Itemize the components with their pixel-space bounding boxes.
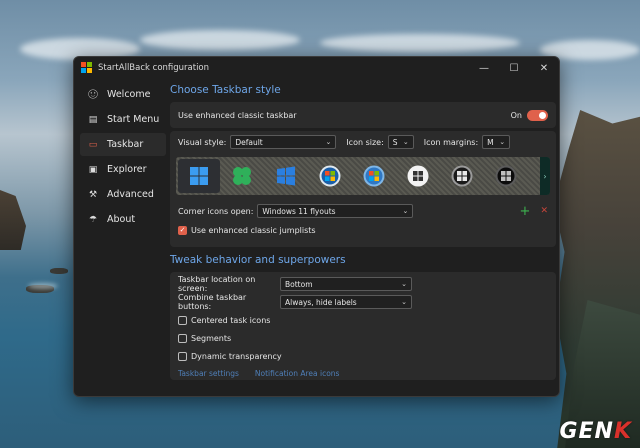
sidebar-item-label: Advanced bbox=[107, 189, 154, 200]
remove-button[interactable]: ✕ bbox=[540, 206, 548, 216]
main-content: Choose Taskbar style Use enhanced classi… bbox=[170, 81, 556, 380]
combine-select[interactable]: Always, hide labels ⌄ bbox=[280, 295, 412, 309]
chevron-down-icon: ⌄ bbox=[401, 298, 407, 306]
sidebar-item-label: Explorer bbox=[107, 164, 147, 175]
icon-size-label: Icon size: bbox=[346, 137, 384, 147]
chevron-down-icon: ⌄ bbox=[499, 138, 506, 146]
add-button[interactable]: + bbox=[520, 204, 531, 219]
xp-logo-icon[interactable] bbox=[407, 165, 429, 187]
minimize-button[interactable]: — bbox=[469, 57, 499, 79]
icon-size-select[interactable]: S ⌄ bbox=[387, 135, 414, 149]
location-value: Bottom bbox=[285, 279, 313, 289]
dynamic-transparency-checkbox[interactable] bbox=[178, 351, 187, 361]
combine-label: Combine taskbar buttons: bbox=[178, 293, 247, 311]
sidebar-item-explorer[interactable]: ▣ Explorer bbox=[80, 158, 166, 181]
sidebar-item-about[interactable]: ☂ About bbox=[80, 208, 166, 231]
sidebar-item-label: Taskbar bbox=[107, 139, 144, 150]
centered-icons-checkbox[interactable] bbox=[178, 315, 187, 325]
vista-orb-icon[interactable] bbox=[319, 165, 341, 187]
tweak-panel: Taskbar location on screen: Bottom ⌄ Com… bbox=[170, 272, 556, 380]
explorer-icon: ▣ bbox=[88, 164, 98, 175]
enhanced-taskbar-toggle[interactable] bbox=[527, 109, 548, 121]
preview-scroll-right[interactable]: › bbox=[540, 157, 550, 195]
left-cliff bbox=[0, 190, 26, 250]
sidebar-item-label: About bbox=[107, 214, 136, 225]
clover-icon[interactable] bbox=[231, 165, 253, 187]
sidebar-item-label: Welcome bbox=[107, 89, 151, 100]
chevron-down-icon: ⌄ bbox=[402, 138, 409, 146]
taskbar-settings-link[interactable]: Taskbar settings bbox=[178, 369, 239, 378]
vista-dark-orb-icon[interactable] bbox=[451, 165, 473, 187]
notification-area-link[interactable]: Notification Area icons bbox=[255, 369, 340, 378]
icon-size-value: S bbox=[392, 137, 398, 147]
smiley-icon: 🙂︎ bbox=[87, 89, 99, 100]
taskbar-style-panel: Use enhanced classic taskbar On bbox=[170, 102, 556, 128]
sidebar-item-advanced[interactable]: ⚒ Advanced bbox=[80, 183, 166, 206]
corner-icons-select[interactable]: Windows 11 flyouts ⌄ bbox=[257, 204, 414, 218]
sidebar-item-start-menu[interactable]: ▤ Start Menu bbox=[80, 108, 166, 131]
win8-orb-icon[interactable] bbox=[495, 165, 517, 187]
segments-label: Segments bbox=[191, 333, 232, 343]
visual-style-value: Default bbox=[235, 137, 263, 147]
windows10-logo-icon[interactable] bbox=[275, 165, 297, 187]
jumplists-label: Use enhanced classic jumplists bbox=[191, 225, 316, 235]
icon-margins-label: Icon margins: bbox=[423, 137, 479, 147]
section-title-taskbar-style: Choose Taskbar style bbox=[170, 84, 281, 96]
startallback-app-icon bbox=[81, 62, 93, 74]
sidebar-item-taskbar[interactable]: ▭ Taskbar bbox=[80, 133, 166, 156]
location-label: Taskbar location on screen: bbox=[178, 275, 256, 293]
window-title: StartAllBack configuration bbox=[98, 63, 210, 73]
segments-checkbox[interactable] bbox=[178, 333, 187, 343]
minimize-icon: — bbox=[479, 62, 489, 74]
chevron-down-icon: ⌄ bbox=[401, 280, 407, 288]
title-bar[interactable]: StartAllBack configuration — ☐ ✕ bbox=[74, 57, 559, 79]
close-icon: ✕ bbox=[539, 62, 549, 74]
taskbar-icon: ▭ bbox=[88, 139, 98, 150]
dynamic-transparency-label: Dynamic transparency bbox=[191, 351, 282, 361]
icon-margins-value: M bbox=[487, 137, 494, 147]
location-select[interactable]: Bottom ⌄ bbox=[280, 277, 412, 291]
centered-icons-label: Centered task icons bbox=[191, 315, 271, 325]
sidebar-item-welcome[interactable]: 🙂︎ Welcome bbox=[80, 83, 166, 106]
config-window: StartAllBack configuration — ☐ ✕ 🙂︎ Welc… bbox=[73, 56, 560, 397]
maximize-button[interactable]: ☐ bbox=[499, 57, 529, 79]
start-menu-icon: ▤ bbox=[88, 114, 98, 125]
close-button[interactable]: ✕ bbox=[529, 57, 559, 79]
style-options-panel: Visual style: Default ⌄ Icon size: S ⌄ I… bbox=[170, 131, 556, 247]
chevron-right-icon: › bbox=[543, 171, 547, 181]
icon-margins-select[interactable]: M ⌄ bbox=[482, 135, 511, 149]
chevron-down-icon: ⌄ bbox=[325, 138, 332, 146]
visual-style-label: Visual style: bbox=[178, 137, 227, 147]
win7-orb-icon[interactable] bbox=[363, 165, 385, 187]
selected-style-tile[interactable] bbox=[178, 159, 220, 193]
enhanced-taskbar-label: Use enhanced classic taskbar bbox=[178, 110, 297, 120]
maximize-icon: ☐ bbox=[509, 62, 519, 74]
corner-icons-value: Windows 11 flyouts bbox=[262, 206, 336, 216]
visual-style-select[interactable]: Default ⌄ bbox=[230, 135, 337, 149]
wrench-icon: ⚒ bbox=[88, 189, 98, 200]
jumplists-checkbox[interactable]: ✓ bbox=[178, 225, 187, 235]
genk-watermark: GENK bbox=[559, 419, 632, 444]
sidebar-item-label: Start Menu bbox=[107, 114, 160, 125]
windows11-logo-icon bbox=[190, 167, 208, 185]
corner-icons-label: Corner icons open: bbox=[178, 206, 254, 216]
combine-value: Always, hide labels bbox=[285, 297, 357, 307]
chevron-down-icon: ⌄ bbox=[402, 207, 409, 215]
sidebar: 🙂︎ Welcome ▤ Start Menu ▭ Taskbar ▣ Expl… bbox=[80, 83, 166, 233]
section-title-tweak: Tweak behavior and superpowers bbox=[170, 254, 346, 266]
info-icon: ☂ bbox=[88, 214, 98, 225]
taskbar-style-preview[interactable]: › bbox=[176, 157, 550, 195]
toggle-state-label: On bbox=[510, 110, 522, 120]
